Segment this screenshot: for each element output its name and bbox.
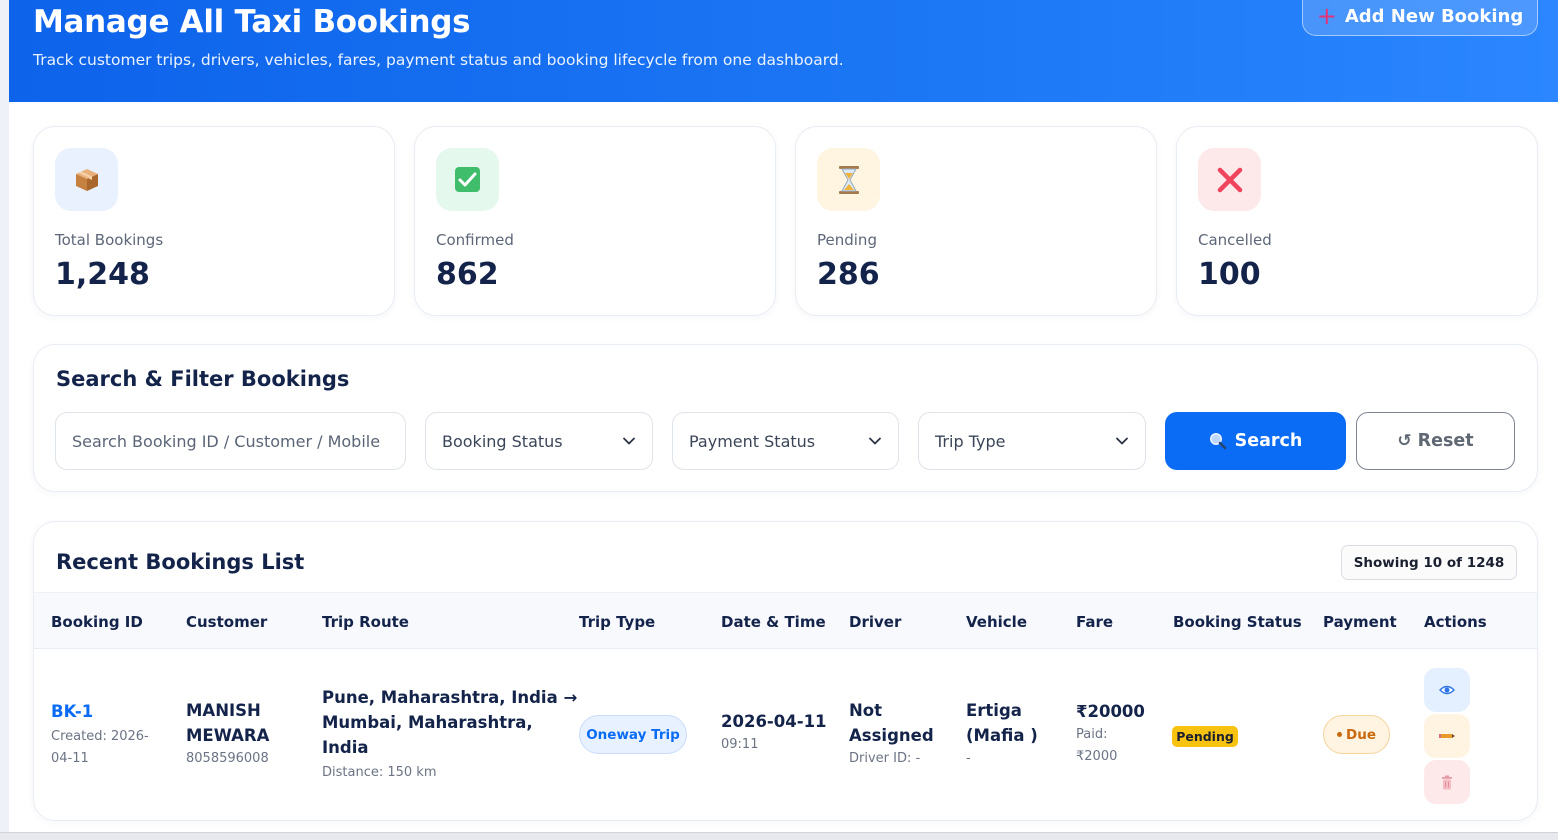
stat-card-total: Total Bookings 1,248 <box>33 126 395 316</box>
paid-label: Paid: <box>1076 727 1108 742</box>
booking-status-badge: Pending <box>1172 726 1238 747</box>
search-button-label: Search <box>1234 431 1303 451</box>
stat-card-pending: Pending 286 <box>795 126 1157 316</box>
search-input[interactable] <box>72 431 389 451</box>
customer-cell: MANISH MEWARA 8058596008 <box>186 698 269 770</box>
edit-button[interactable] <box>1424 714 1470 758</box>
column-header: Date & Time <box>721 613 826 631</box>
stat-label: Cancelled <box>1198 231 1272 249</box>
vehicle-name-cont: (Mafia ) <box>966 726 1038 745</box>
stat-value: 862 <box>436 257 499 292</box>
stat-label: Confirmed <box>436 231 514 249</box>
vehicle-number: - <box>966 751 971 766</box>
package-icon <box>55 148 118 211</box>
vehicle-cell: Ertiga (Mafia ) - <box>966 698 1038 770</box>
chevron-down-icon <box>623 437 635 445</box>
route-line: Mumbai, Maharashtra, <box>322 713 533 732</box>
left-edge <box>0 0 9 840</box>
fare-amount: ₹20000 <box>1076 702 1145 721</box>
search-button[interactable]: Search <box>1165 412 1346 470</box>
route-line: Pune, Maharashtra, India → <box>322 688 578 707</box>
trash-icon <box>1442 775 1452 789</box>
stat-label: Total Bookings <box>55 231 164 249</box>
page-subtitle: Track customer trips, drivers, vehicles,… <box>33 51 844 69</box>
main-content: Total Bookings 1,248 Confirmed 862 Pendi… <box>9 102 1558 832</box>
eye-icon <box>1439 685 1455 695</box>
column-header: Driver <box>849 613 902 631</box>
booking-status-value: Booking Status <box>442 431 563 451</box>
created-date: Created: 2026- <box>51 729 149 744</box>
add-new-booking-label: Add New Booking <box>1344 5 1524 27</box>
cross-icon <box>1198 148 1261 211</box>
payment-status-badge: Due <box>1323 715 1390 754</box>
column-header: Booking ID <box>51 613 143 631</box>
stat-card-confirmed: Confirmed 862 <box>414 126 776 316</box>
trip-type-badge: Oneway Trip <box>579 715 687 754</box>
route-line: India <box>322 738 369 757</box>
pencil-icon <box>1439 734 1455 738</box>
driver-id: Driver ID: - <box>849 751 921 766</box>
status-dot <box>1337 732 1342 737</box>
check-box-icon <box>436 148 499 211</box>
customer-name-cont: MEWARA <box>186 726 270 745</box>
column-header: Trip Type <box>579 613 656 631</box>
driver-status: Not <box>849 701 883 720</box>
payment-status-select[interactable]: Payment Status <box>672 412 899 470</box>
paid-amount: ₹2000 <box>1076 749 1118 764</box>
stat-card-cancelled: Cancelled 100 <box>1176 126 1538 316</box>
customer-mobile: 8058596008 <box>186 751 269 766</box>
driver-status-cont: Assigned <box>849 726 934 745</box>
chevron-down-icon <box>869 437 881 445</box>
reset-icon: ↺ <box>1397 431 1412 451</box>
column-header: Booking Status <box>1173 613 1302 631</box>
stat-label: Pending <box>817 231 877 249</box>
page-title: Manage All Taxi Bookings <box>33 4 471 40</box>
route-distance: Distance: 150 km <box>322 765 437 780</box>
add-new-booking-button[interactable]: + Add New Booking <box>1302 0 1538 36</box>
stat-value: 1,248 <box>55 257 150 292</box>
payment-status-value: Payment Status <box>689 431 816 451</box>
stat-value: 100 <box>1198 257 1261 292</box>
fare-cell: ₹20000 Paid: ₹2000 <box>1076 699 1145 768</box>
column-header: Fare <box>1076 613 1114 631</box>
view-button[interactable] <box>1424 668 1470 712</box>
date-time-cell: 2026-04-11 09:11 <box>721 709 827 756</box>
column-header: Vehicle <box>966 613 1027 631</box>
vehicle-name: Ertiga <box>966 701 1022 720</box>
filter-panel: Search & Filter Bookings Booking Status … <box>33 344 1538 492</box>
created-date-cont: 04-11 <box>51 751 89 766</box>
reset-button[interactable]: ↺ Reset <box>1356 412 1515 470</box>
column-header: Actions <box>1424 613 1487 631</box>
filter-title: Search & Filter Bookings <box>56 367 350 391</box>
column-header: Customer <box>186 613 268 631</box>
table-title: Recent Bookings List <box>56 550 305 574</box>
hourglass-icon <box>817 148 880 211</box>
search-field[interactable] <box>55 412 406 470</box>
plus-icon: + <box>1316 2 1337 30</box>
table-header: Booking ID Customer Trip Route Trip Type… <box>34 592 1537 649</box>
delete-button[interactable] <box>1424 760 1470 804</box>
chevron-down-icon <box>1116 437 1128 445</box>
trip-route-cell: Pune, Maharashtra, India → Mumbai, Mahar… <box>322 685 577 784</box>
trip-type-value: Trip Type <box>935 431 1006 451</box>
stat-value: 286 <box>817 257 880 292</box>
column-header: Trip Route <box>322 613 409 631</box>
search-icon <box>1209 433 1226 450</box>
reset-button-label: Reset <box>1417 431 1474 451</box>
driver-cell: Not Assigned Driver ID: - <box>849 698 934 770</box>
booking-id-link[interactable]: BK-1 <box>51 698 149 726</box>
booking-time: 09:11 <box>721 737 759 752</box>
window-bottom-edge <box>0 832 1558 840</box>
booking-date: 2026-04-11 <box>721 712 827 731</box>
page-header: Manage All Taxi Bookings Track customer … <box>9 0 1558 102</box>
showing-count-badge: Showing 10 of 1248 <box>1341 545 1517 580</box>
customer-name: MANISH <box>186 701 261 720</box>
trip-type-select[interactable]: Trip Type <box>918 412 1146 470</box>
booking-id-cell: BK-1 Created: 2026- 04-11 <box>51 698 149 770</box>
column-header: Payment <box>1323 613 1397 631</box>
payment-status-label: Due <box>1346 726 1376 743</box>
bookings-table-panel: Recent Bookings List Showing 10 of 1248 … <box>33 521 1538 821</box>
booking-status-select[interactable]: Booking Status <box>425 412 653 470</box>
